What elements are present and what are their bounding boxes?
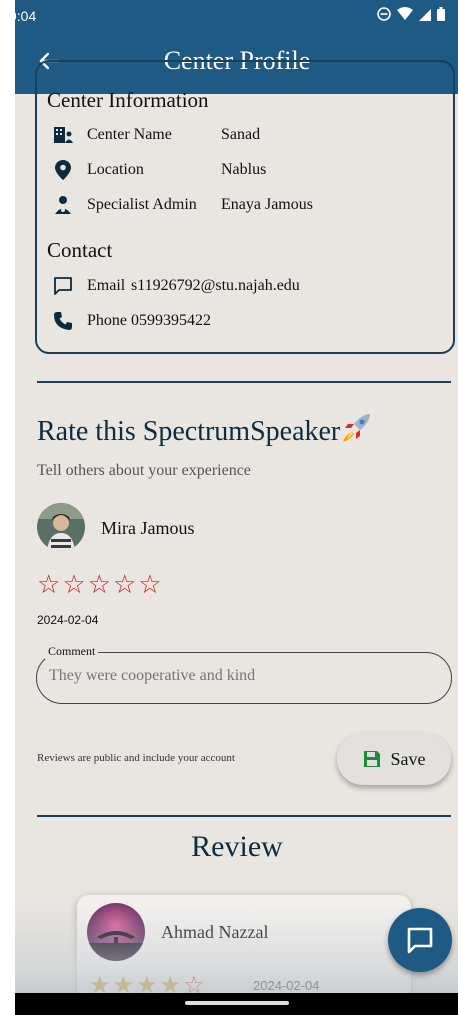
info-row-specialist-admin: Specialist Admin Enaya Jamous (53, 193, 313, 217)
battery-icon (437, 7, 445, 21)
info-value-center-name: Sanad (221, 126, 261, 143)
building-person-icon (53, 125, 73, 145)
phone-screen: 9:04 Center Profile Center Information C… (15, 0, 458, 1015)
section-divider-2 (37, 815, 451, 817)
review-date: 2024-02-04 (253, 978, 320, 993)
wifi-icon (397, 7, 413, 20)
status-time: 9:04 (15, 8, 37, 24)
contact-heading: Contact (47, 238, 113, 262)
user-avatar (37, 503, 85, 551)
star-5-button[interactable]: ☆ (138, 572, 161, 598)
chat-bubble-icon (53, 276, 73, 296)
reviewer-name: Ahmad Nazzal (161, 922, 269, 942)
rocket-icon (343, 414, 371, 442)
status-bar: 9:04 (15, 0, 458, 30)
info-key-location: Location (87, 161, 144, 178)
save-icon (363, 751, 380, 767)
rate-subtitle: Tell others about your experience (37, 462, 251, 479)
center-info-heading: Center Information (47, 88, 209, 112)
info-row-center-name: Center Name Sanad (53, 123, 260, 147)
info-key-specialist-admin: Specialist Admin (87, 196, 197, 213)
save-button-label: Save (390, 748, 426, 769)
location-pin-icon (53, 160, 73, 180)
rate-title-text: Rate this SpectrumSpeaker (37, 416, 341, 447)
user-name: Mira Jamous (101, 518, 195, 538)
contact-value-phone[interactable]: 0599395422 (131, 312, 211, 330)
save-button[interactable]: Save (337, 733, 451, 785)
rating-date: 2024-02-04 (37, 613, 99, 627)
contact-row-phone[interactable]: Phone 0599395422 (53, 309, 211, 333)
info-value-location: Nablus (221, 161, 267, 178)
star-1-button[interactable]: ☆ (37, 572, 60, 598)
contact-value-email[interactable]: s11926792@stu.najah.edu (131, 277, 300, 295)
section-divider (37, 381, 451, 383)
comment-label: Comment (45, 644, 99, 659)
home-gesture-handle[interactable] (185, 1001, 289, 1005)
system-icons (377, 7, 445, 21)
rating-stars-input[interactable]: ☆ ☆ ☆ ☆ ☆ (37, 572, 162, 598)
chat-fab-button[interactable] (388, 908, 452, 972)
contact-row-email[interactable]: Email s11926792@stu.najah.edu (53, 274, 300, 298)
contact-key-email: Email (87, 277, 126, 294)
dnd-icon (377, 7, 391, 21)
info-row-location: Location Nablus (53, 158, 266, 182)
contact-key-phone: Phone (87, 312, 127, 329)
phone-icon (53, 311, 73, 331)
info-key-center-name: Center Name (87, 126, 172, 143)
star-3-button[interactable]: ☆ (88, 572, 111, 598)
admin-person-icon (53, 195, 73, 215)
chat-icon (407, 927, 433, 954)
review-title: Review (191, 830, 283, 863)
star-4-button[interactable]: ☆ (113, 572, 136, 598)
rate-title: Rate this SpectrumSpeaker (37, 412, 374, 448)
info-value-specialist-admin: Enaya Jamous (221, 196, 313, 213)
system-nav-bar (15, 993, 458, 1015)
star-2-button[interactable]: ☆ (62, 572, 85, 598)
signal-icon (419, 9, 431, 21)
public-review-note: Reviews are public and include your acco… (37, 752, 235, 764)
reviewer-avatar (87, 903, 145, 961)
comment-input[interactable] (49, 667, 429, 685)
